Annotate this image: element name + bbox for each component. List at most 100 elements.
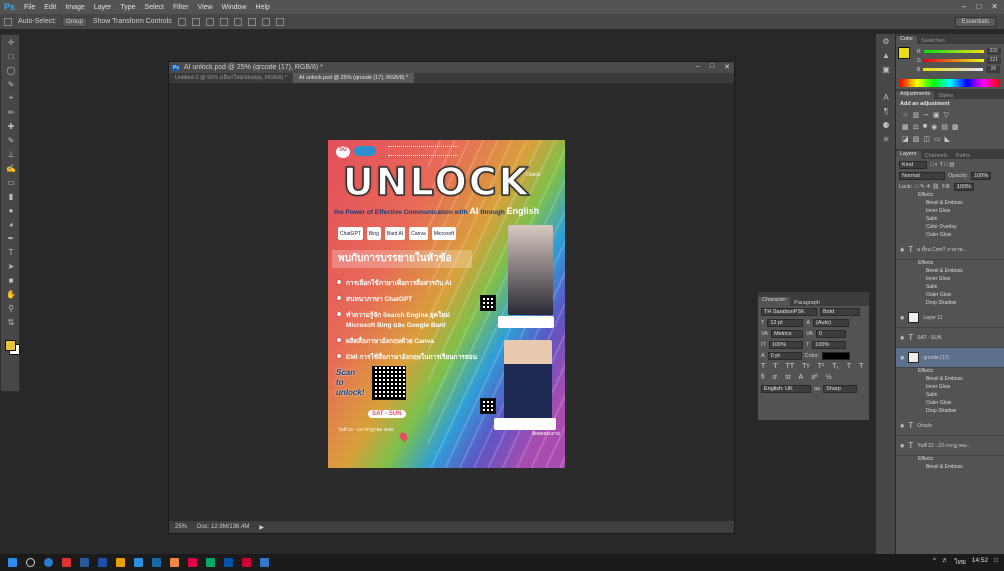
tab-paths[interactable]: Paths — [952, 153, 974, 159]
lasso-icon[interactable]: ◯ — [1, 63, 21, 77]
fill-field[interactable]: 100% — [953, 182, 974, 191]
pen-icon[interactable]: ✒ — [1, 231, 21, 245]
marquee-icon[interactable]: □ — [1, 49, 21, 63]
dodge-icon[interactable]: ◕ — [1, 217, 21, 231]
layer-effects-header[interactable]: Effects — [896, 368, 1004, 376]
photoshop-task-icon[interactable] — [98, 558, 107, 567]
layer-effects-header[interactable]: Effects — [896, 260, 1004, 268]
poster-canvas[interactable]: 50 UNLOCK Oracle the Power of Effective … — [328, 140, 565, 468]
stylistic-icon[interactable]: st — [785, 374, 790, 381]
doc-close-icon[interactable]: ✕ — [724, 63, 730, 71]
visibility-eye-icon[interactable]: ◉ — [900, 315, 904, 321]
bw-icon[interactable]: ■ — [923, 123, 927, 131]
menu-filter[interactable]: Filter — [173, 4, 189, 11]
layer-name[interactable]: SAT - SUN — [917, 335, 941, 341]
color-fg-swatch[interactable] — [898, 47, 910, 59]
layer-effect[interactable]: Bevel & Emboss — [896, 376, 1004, 384]
tab-channels[interactable]: Channels — [921, 153, 952, 159]
superscript-icon[interactable]: T¹ — [818, 363, 825, 370]
menu-help[interactable]: Help — [256, 4, 270, 11]
path-select-icon[interactable]: ➤ — [1, 259, 21, 273]
search-icon[interactable] — [26, 558, 35, 567]
hue-icon[interactable]: ▦ — [902, 123, 909, 131]
underline-icon[interactable]: T — [847, 363, 851, 370]
lock-icons[interactable]: □ ✎ ✛ ⛓ — [915, 184, 939, 190]
all-caps-icon[interactable]: TT — [786, 363, 795, 370]
layer-effect[interactable]: Drop Shadow — [896, 408, 1004, 416]
crop-icon[interactable]: ⌖ — [1, 91, 21, 105]
text-color-swatch[interactable] — [822, 351, 851, 360]
3d-mode-icon[interactable] — [275, 17, 284, 26]
app-icon-3[interactable] — [224, 558, 233, 567]
tracking-field[interactable]: 0 — [815, 329, 846, 338]
font-family-select[interactable]: TH SarabunPSK — [761, 307, 817, 316]
layer-effects-header[interactable]: Effects — [896, 456, 1004, 464]
align-right-icon[interactable] — [247, 17, 256, 26]
layer-effect[interactable]: Bevel & Emboss — [896, 464, 1004, 472]
layer-effect[interactable]: Inner Glow — [896, 208, 1004, 216]
tab-adjustments[interactable]: Adjustments — [896, 91, 935, 99]
fraction-icon[interactable]: ½ — [826, 374, 832, 381]
faux-bold-icon[interactable]: T — [761, 363, 765, 370]
visibility-eye-icon[interactable]: ◉ — [900, 335, 904, 341]
layer-name[interactable]: qrcode (17) — [923, 355, 949, 361]
distribute-icon[interactable] — [261, 17, 270, 26]
menu-edit[interactable]: Edit — [44, 4, 56, 11]
font-size-field[interactable]: 12 pt — [767, 318, 804, 327]
antialias-select[interactable]: Sharp — [823, 384, 858, 393]
threshold-icon[interactable]: ◫ — [923, 135, 930, 143]
balance-icon[interactable]: ⚖ — [913, 123, 919, 131]
layer-effect[interactable]: Outer Glow — [896, 400, 1004, 408]
mail-icon[interactable] — [152, 558, 161, 567]
selective-color-icon[interactable]: ◣ — [945, 135, 950, 143]
app-icon[interactable] — [62, 558, 71, 567]
menu-select[interactable]: Select — [145, 4, 164, 11]
notification-icon[interactable]: □ — [994, 557, 998, 567]
strikethrough-icon[interactable]: T — [859, 363, 863, 370]
move-icon[interactable]: ✛ — [1, 35, 21, 49]
volume-icon[interactable]: ♬ — [942, 557, 949, 567]
ordinal-icon[interactable]: aª — [811, 374, 817, 381]
layer-name[interactable]: วันที่ 22 - 23 กรกฎาคม... — [917, 442, 971, 450]
tab-paragraph[interactable]: Paragraph — [790, 300, 824, 306]
layer-effect[interactable]: Color Overlay — [896, 224, 1004, 232]
blend-mode-select[interactable]: Normal — [899, 171, 945, 180]
shape-icon[interactable]: ■ — [1, 273, 21, 287]
clone-source-icon[interactable]: ✳ — [876, 132, 896, 146]
menu-window[interactable]: Window — [222, 4, 247, 11]
restore-icon[interactable]: □ — [976, 2, 981, 11]
gradient-icon[interactable]: ▮ — [1, 189, 21, 203]
tray-chevron-icon[interactable]: ^ — [933, 557, 936, 567]
start-icon[interactable] — [8, 558, 17, 567]
levels-icon[interactable]: ▥ — [912, 111, 919, 119]
chrome-icon[interactable] — [170, 558, 179, 567]
illustrator-icon[interactable] — [188, 558, 197, 567]
ligature-icon[interactable]: fi — [761, 374, 765, 381]
type-icon[interactable]: T — [1, 245, 21, 259]
photo-filter-icon[interactable]: ◉ — [931, 123, 937, 131]
edge-icon[interactable] — [44, 558, 53, 567]
layer-row[interactable]: ◉ Layer 11 — [896, 308, 1004, 328]
swap-colors-icon[interactable]: ⇅ — [1, 315, 21, 329]
store-icon[interactable] — [134, 558, 143, 567]
layer-row[interactable]: ◉ T SAT - SUN — [896, 328, 1004, 348]
layer-effect[interactable]: Outer Glow — [896, 292, 1004, 300]
layer-effect[interactable]: Inner Glow — [896, 384, 1004, 392]
tab-styles[interactable]: Styles — [934, 93, 957, 99]
baseline-field[interactable]: 0 pt — [767, 351, 802, 360]
menu-image[interactable]: Image — [65, 4, 84, 11]
layer-name[interactable]: Oracle — [917, 423, 932, 429]
visibility-eye-icon[interactable]: ◉ — [900, 423, 904, 429]
app-icon-5[interactable] — [260, 558, 269, 567]
subscript-icon[interactable]: T₁ — [832, 363, 839, 370]
curves-icon[interactable]: ∽ — [923, 111, 929, 119]
quick-select-icon[interactable]: ✎ — [1, 77, 21, 91]
visibility-eye-icon[interactable]: ◉ — [900, 443, 904, 449]
leading-field[interactable]: (Auto) — [813, 318, 850, 327]
layer-effect[interactable]: Outer Glow — [896, 232, 1004, 240]
layer-effect[interactable]: Bevel & Emboss — [896, 268, 1004, 276]
workspace-switcher[interactable]: Essentials — [954, 17, 996, 27]
align-middle-icon[interactable] — [191, 17, 200, 26]
green-track[interactable] — [923, 59, 984, 62]
layer-effect[interactable]: Bevel & Emboss — [896, 200, 1004, 208]
